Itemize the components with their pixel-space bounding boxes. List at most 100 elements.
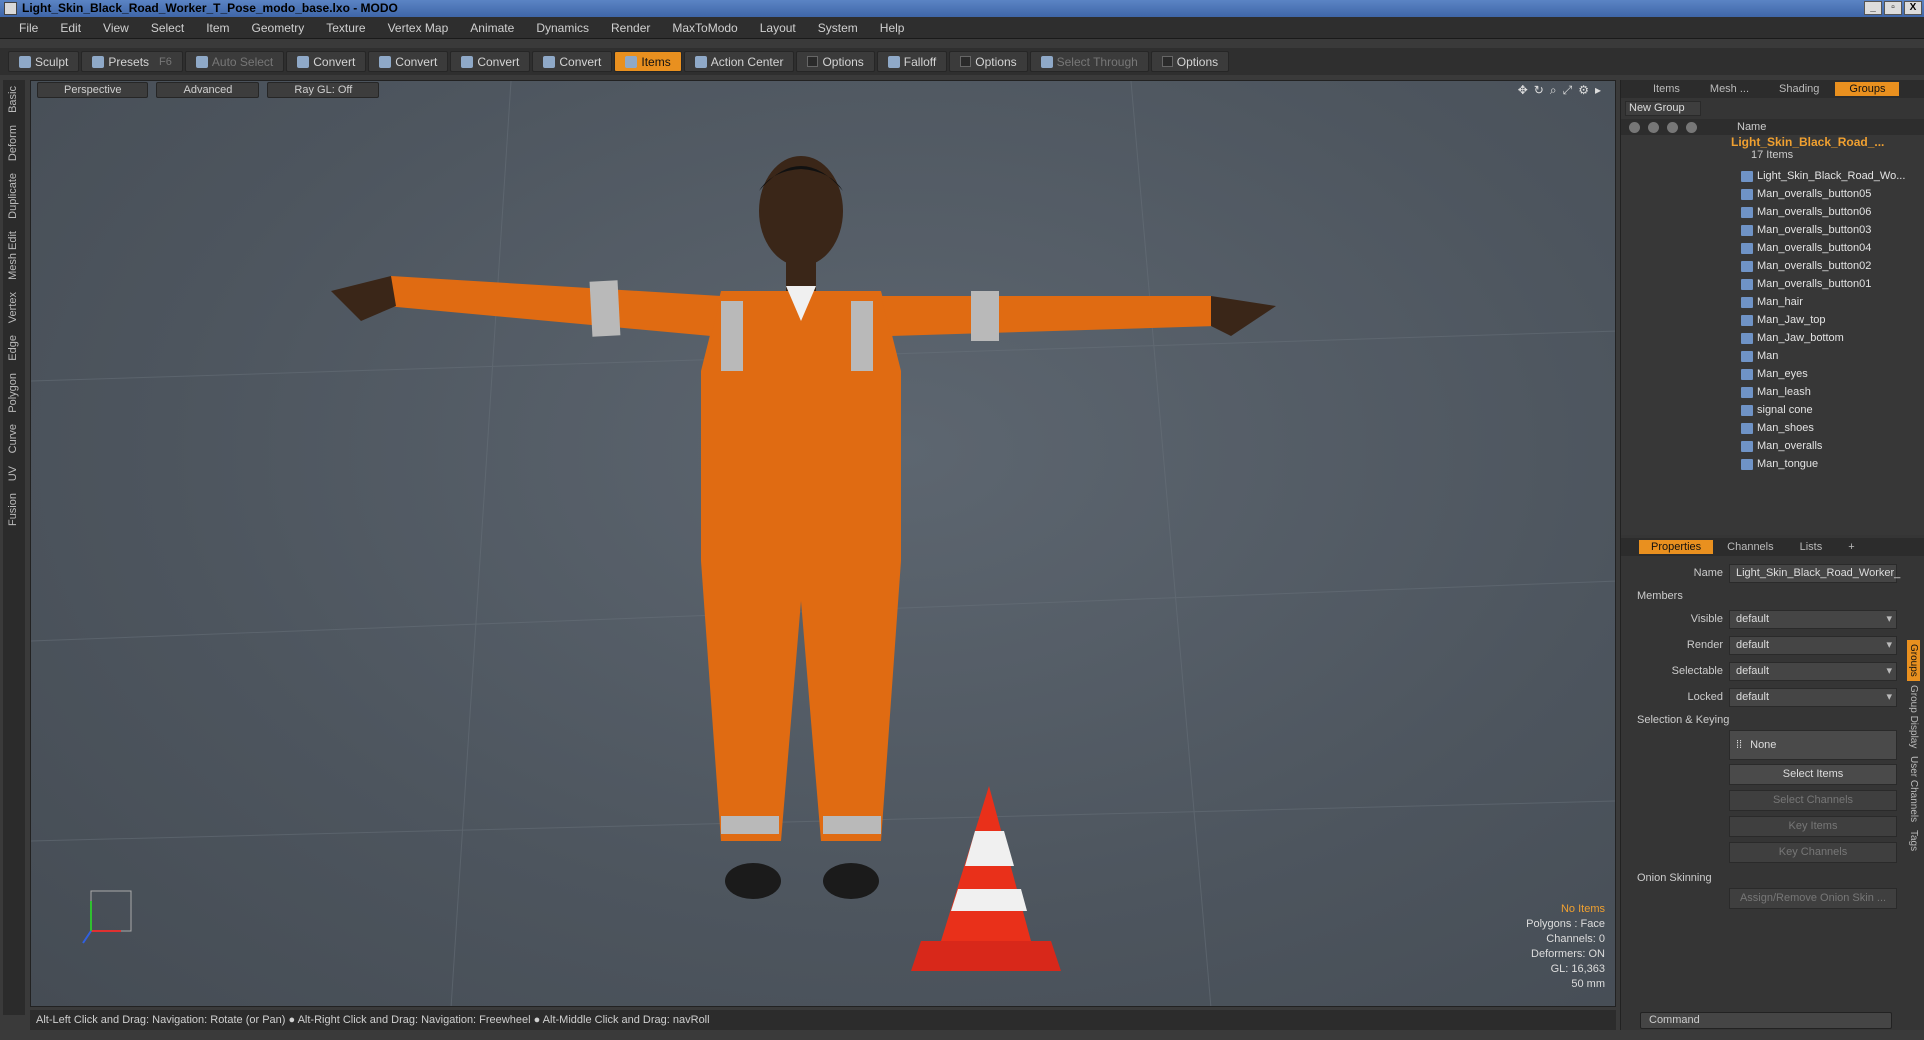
- options-button-2[interactable]: Options: [949, 51, 1028, 72]
- select-through-button[interactable]: Select Through: [1029, 51, 1149, 72]
- convert-button-2[interactable]: Convert: [368, 51, 449, 72]
- list-item[interactable]: Man_overalls_button03: [1621, 221, 1924, 239]
- 3d-viewport[interactable]: Perspective Advanced Ray GL: Off ✥ ↻ ⌕ ⤢…: [30, 80, 1616, 1007]
- menu-view[interactable]: View: [92, 21, 140, 35]
- menu-system[interactable]: System: [807, 21, 869, 35]
- list-item[interactable]: Man_leash: [1621, 383, 1924, 401]
- add-tab-button[interactable]: +: [1836, 540, 1866, 554]
- menu-texture[interactable]: Texture: [315, 21, 376, 35]
- list-item[interactable]: Man_overalls: [1621, 437, 1924, 455]
- close-button[interactable]: X: [1904, 1, 1922, 15]
- list-item[interactable]: Man_tongue: [1621, 455, 1924, 473]
- menu-maxtomodo[interactable]: MaxToModo: [661, 21, 748, 35]
- list-item[interactable]: Man_Jaw_bottom: [1621, 329, 1924, 347]
- select-channels-button[interactable]: Select Channels: [1729, 790, 1897, 811]
- tab-properties[interactable]: Properties: [1639, 540, 1714, 554]
- visible-dropdown[interactable]: default: [1729, 609, 1897, 629]
- list-item[interactable]: Man_Jaw_top: [1621, 311, 1924, 329]
- presets-button[interactable]: Presets F6: [81, 51, 183, 72]
- name-field[interactable]: Light_Skin_Black_Road_Worker_: [1729, 563, 1900, 583]
- tab-channels[interactable]: Channels: [1715, 540, 1785, 554]
- menu-animate[interactable]: Animate: [459, 21, 525, 35]
- render-dropdown[interactable]: default: [1729, 635, 1897, 655]
- convert-button-4[interactable]: Convert: [532, 51, 613, 72]
- items-mode-button[interactable]: Items: [614, 51, 682, 72]
- command-input[interactable]: Command: [1640, 1012, 1892, 1029]
- tab-fusion[interactable]: Fusion: [3, 487, 23, 532]
- scene-render: [31, 81, 1615, 1006]
- tab-lists[interactable]: Lists: [1788, 540, 1835, 554]
- tab-deform[interactable]: Deform: [3, 119, 23, 167]
- list-item[interactable]: Man: [1621, 347, 1924, 365]
- options-button-1[interactable]: Options: [796, 51, 875, 72]
- menu-vertex-map[interactable]: Vertex Map: [377, 21, 460, 35]
- selection-keying-section[interactable]: Selection & Keying: [1621, 710, 1903, 730]
- sculpt-button[interactable]: Sculpt: [8, 51, 80, 72]
- vtab-groups[interactable]: Groups: [1907, 640, 1920, 681]
- tab-uv[interactable]: UV: [3, 460, 23, 487]
- list-item[interactable]: Man_overalls_button01: [1621, 275, 1924, 293]
- select-icon[interactable]: [1686, 121, 1697, 133]
- options-button-3[interactable]: Options: [1150, 51, 1230, 72]
- falloff-button[interactable]: Falloff: [876, 51, 948, 72]
- menu-geometry[interactable]: Geometry: [241, 21, 316, 35]
- menu-bar: File Edit View Select Item Geometry Text…: [0, 17, 1924, 39]
- tab-mesh[interactable]: Mesh ...: [1696, 82, 1763, 96]
- falloff-icon: [887, 55, 900, 68]
- locked-dropdown[interactable]: default: [1729, 687, 1897, 707]
- menu-edit[interactable]: Edit: [49, 21, 92, 35]
- tab-basic[interactable]: Basic: [3, 80, 23, 119]
- minimize-button[interactable]: _: [1864, 1, 1882, 15]
- visibility-icon[interactable]: [1629, 121, 1640, 133]
- menu-render[interactable]: Render: [600, 21, 661, 35]
- key-channels-button[interactable]: Key Channels: [1729, 842, 1897, 863]
- info-scale: 50 mm: [1571, 978, 1605, 990]
- tab-mesh-edit[interactable]: Mesh Edit: [3, 225, 23, 286]
- list-item[interactable]: Man_overalls_button02: [1621, 257, 1924, 275]
- auto-select-button[interactable]: Auto Select: [184, 51, 285, 72]
- vtab-user-channels[interactable]: User Channels: [1907, 752, 1920, 826]
- menu-select[interactable]: Select: [140, 21, 195, 35]
- tab-duplicate[interactable]: Duplicate: [3, 167, 23, 225]
- new-group-button[interactable]: New Group: [1625, 101, 1701, 116]
- vtab-tags[interactable]: Tags: [1907, 826, 1920, 855]
- onion-skinning-section[interactable]: Onion Skinning: [1621, 868, 1903, 888]
- convert-button-3[interactable]: Convert: [450, 51, 531, 72]
- list-item[interactable]: signal cone: [1621, 401, 1924, 419]
- mesh-icon: [1741, 242, 1753, 254]
- tab-vertex[interactable]: Vertex: [3, 286, 23, 329]
- list-item[interactable]: Man_eyes: [1621, 365, 1924, 383]
- menu-item[interactable]: Item: [195, 21, 240, 35]
- list-item[interactable]: Man_hair: [1621, 293, 1924, 311]
- menu-dynamics[interactable]: Dynamics: [525, 21, 600, 35]
- action-center-button[interactable]: Action Center: [683, 51, 795, 72]
- key-items-button[interactable]: Key Items: [1729, 816, 1897, 837]
- render-icon[interactable]: [1648, 121, 1659, 133]
- tab-curve[interactable]: Curve: [3, 418, 23, 459]
- list-item[interactable]: Light_Skin_Black_Road_Wo...: [1621, 167, 1924, 185]
- tab-shading[interactable]: Shading: [1765, 82, 1833, 96]
- menu-layout[interactable]: Layout: [749, 21, 807, 35]
- viewport-info: No Items Polygons : Face Channels: 0 Def…: [1526, 902, 1605, 992]
- group-row[interactable]: Light_Skin_Black_Road_... 17 Items: [1621, 135, 1924, 167]
- menu-help[interactable]: Help: [869, 21, 916, 35]
- members-section[interactable]: Members: [1621, 586, 1903, 606]
- tab-polygon[interactable]: Polygon: [3, 367, 23, 419]
- list-item[interactable]: Man_overalls_button04: [1621, 239, 1924, 257]
- lock-icon[interactable]: [1667, 121, 1678, 133]
- list-item[interactable]: Man_overalls_button06: [1621, 203, 1924, 221]
- select-items-button[interactable]: Select Items: [1729, 764, 1897, 785]
- assign-onion-skin-button[interactable]: Assign/Remove Onion Skin ...: [1729, 888, 1897, 909]
- tab-edge[interactable]: Edge: [3, 329, 23, 367]
- maximize-button[interactable]: ▫: [1884, 1, 1902, 15]
- convert-button-1[interactable]: Convert: [286, 51, 367, 72]
- vtab-group-display[interactable]: Group Display: [1907, 681, 1920, 752]
- list-item[interactable]: Man_overalls_button05: [1621, 185, 1924, 203]
- selectable-dropdown[interactable]: default: [1729, 661, 1897, 681]
- mesh-icon: [1741, 314, 1753, 326]
- menu-file[interactable]: File: [8, 21, 49, 35]
- tab-groups[interactable]: Groups: [1835, 82, 1900, 96]
- none-swatch-button[interactable]: ⁞⁞ None: [1729, 730, 1897, 760]
- tab-items[interactable]: Items: [1639, 82, 1694, 96]
- list-item[interactable]: Man_shoes: [1621, 419, 1924, 437]
